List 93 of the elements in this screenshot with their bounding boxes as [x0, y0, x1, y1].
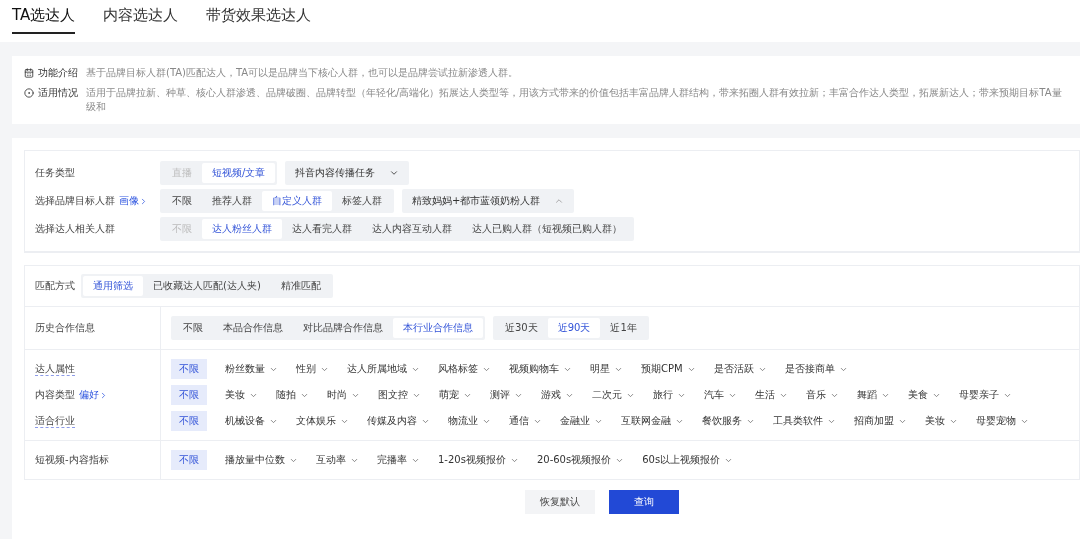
filter-dropdown[interactable]: 机械设备: [225, 414, 278, 428]
filter-dropdown[interactable]: 旅行: [653, 388, 686, 402]
segment-option[interactable]: 标签人群: [332, 191, 392, 211]
filter-dropdown[interactable]: 金融业: [560, 414, 603, 428]
segment-option[interactable]: 本行业合作信息: [393, 318, 483, 338]
segment-option[interactable]: 本品合作信息: [213, 318, 293, 338]
filter-dropdown[interactable]: 完播率: [377, 453, 420, 467]
portrait-link[interactable]: 画像: [119, 194, 148, 208]
row-label: 内容类型: [35, 388, 75, 402]
chevron-right-icon: [99, 390, 108, 400]
filter-dropdown[interactable]: 是否接商单: [784, 362, 848, 376]
filter-dropdown[interactable]: 播放量中位数: [225, 453, 298, 467]
filter-dropdown[interactable]: 物流业: [448, 414, 491, 428]
row-label: 选择达人相关人群: [35, 222, 115, 236]
segment-option[interactable]: 自定义人群: [262, 191, 332, 211]
filter-dropdown[interactable]: 母婴亲子: [959, 388, 1012, 402]
filter-tag[interactable]: 不限: [171, 385, 207, 405]
filter-dropdown[interactable]: 互动率: [316, 453, 359, 467]
tab[interactable]: 内容选达人: [103, 4, 179, 34]
segment-option[interactable]: 近1年: [600, 318, 647, 338]
info-label: 适用情况: [24, 86, 78, 100]
filter-dropdown[interactable]: 游戏: [541, 388, 574, 402]
filter-dropdown[interactable]: 达人所属地域: [347, 362, 420, 376]
filter-dropdown[interactable]: 是否活跃: [713, 362, 767, 376]
row-label: 匹配方式: [35, 279, 75, 293]
filter-dropdown[interactable]: 美妆: [225, 388, 258, 402]
segment-option[interactable]: 达人已购人群（短视频已购人群）: [462, 219, 632, 239]
chevron-up-icon: [554, 196, 565, 206]
filter-dropdown[interactable]: 生活: [755, 388, 788, 402]
filter-dropdown[interactable]: 互联网金融: [621, 414, 684, 428]
row-label: 适合行业: [35, 414, 75, 428]
segment-option[interactable]: 推荐人群: [202, 191, 262, 211]
row-label: 选择品牌目标人群: [35, 194, 115, 208]
filter-dropdown[interactable]: 招商加盟: [854, 414, 907, 428]
filter-dropdown[interactable]: 性别: [296, 362, 329, 376]
filter-dropdown[interactable]: 明星: [590, 362, 623, 376]
filter-dropdown[interactable]: 测评: [490, 388, 523, 402]
filter-dropdown[interactable]: 风格标签: [438, 362, 491, 376]
dropdown[interactable]: 精致妈妈+都市蓝领奶粉人群: [402, 189, 575, 213]
filter-dropdown[interactable]: 随拍: [276, 388, 309, 402]
filter-tag[interactable]: 不限: [171, 450, 207, 470]
filter-tag[interactable]: 不限: [171, 359, 207, 379]
filter-dropdown[interactable]: 20-60s视频报价: [536, 453, 625, 467]
filter-dropdown[interactable]: 母婴宠物: [976, 414, 1029, 428]
segment-option[interactable]: 精准匹配: [270, 276, 331, 296]
info-label: 功能介绍: [24, 66, 78, 80]
filter-tag[interactable]: 不限: [171, 411, 207, 431]
tab[interactable]: 带货效果选达人: [206, 4, 312, 34]
filter-dropdown[interactable]: 舞蹈: [857, 388, 890, 402]
calendar-icon: [24, 68, 34, 78]
filter-dropdown[interactable]: 预期CPM: [641, 362, 696, 376]
filter-dropdown[interactable]: 音乐: [806, 388, 839, 402]
filter-dropdown[interactable]: 工具类软件: [773, 414, 836, 428]
info-text: 基于品牌目标人群(TA)匹配达人，TA可以是品牌当下核心人群，也可以是品牌尝试拉新渗透人群。: [86, 66, 519, 80]
filter-dropdown[interactable]: 时尚: [327, 388, 360, 402]
segment-option[interactable]: 通用筛选: [83, 276, 143, 296]
info-text: 适用于品牌拉新、种草、核心人群渗透、品牌破圈、品牌转型（年轻化/高端化）拓展达人类型等，用该方式带来的价值包括丰富品牌人群结构，带来拓圈人群有效拉新；丰富合作达人类型，拓展新达人；带来预期目标TA量级和: [86, 86, 1063, 114]
segment-option[interactable]: 不限: [162, 191, 202, 211]
dropdown[interactable]: 抖音内容传播任务: [285, 161, 410, 185]
segment-option[interactable]: 短视频/文章: [202, 163, 276, 183]
filter-dropdown[interactable]: 萌宠: [439, 388, 472, 402]
filter-dropdown[interactable]: 汽车: [704, 388, 737, 402]
query-button[interactable]: 查询: [609, 490, 679, 514]
filter-dropdown[interactable]: 传媒及内容: [367, 414, 430, 428]
row-label: 短视频-内容指标: [35, 453, 109, 467]
filter-dropdown[interactable]: 图文控: [378, 388, 421, 402]
filter-dropdown[interactable]: 餐饮服务: [702, 414, 755, 428]
chevron-down-icon: [389, 168, 400, 178]
segment-option[interactable]: 对比品牌合作信息: [293, 318, 393, 338]
filter-dropdown[interactable]: 1-20s视频报价: [438, 453, 519, 467]
segment-option[interactable]: 已收藏达人匹配(达人夹): [143, 276, 271, 296]
filter-dropdown[interactable]: 二次元: [592, 388, 635, 402]
filter-dropdown[interactable]: 60s以上视频报价: [642, 453, 734, 467]
filter-dropdown[interactable]: 美妆: [925, 414, 958, 428]
preference-link[interactable]: 偏好: [79, 388, 108, 402]
chevron-right-icon: [139, 196, 148, 206]
filter-dropdown[interactable]: 文体娱乐: [296, 414, 349, 428]
segment-option[interactable]: 不限: [173, 318, 213, 338]
row-label: 历史合作信息: [35, 321, 95, 335]
filter-dropdown[interactable]: 通信: [509, 414, 542, 428]
segment-option[interactable]: 达人内容互动人群: [362, 219, 462, 239]
filter-dropdown[interactable]: 粉丝数量: [225, 362, 278, 376]
segment-option[interactable]: 近30天: [495, 318, 548, 338]
segment-option[interactable]: 近90天: [547, 318, 601, 338]
reset-button[interactable]: 恢复默认: [525, 490, 595, 514]
circle-dot-icon: [24, 88, 34, 98]
row-label: 达人属性: [35, 362, 75, 376]
tab[interactable]: TA选达人: [12, 4, 76, 34]
filter-dropdown[interactable]: 美食: [908, 388, 941, 402]
segment-option[interactable]: 达人看完人群: [282, 219, 362, 239]
row-label: 任务类型: [35, 166, 75, 180]
segment-option[interactable]: 达人粉丝人群: [202, 219, 282, 239]
filter-dropdown[interactable]: 视频购物车: [509, 362, 572, 376]
